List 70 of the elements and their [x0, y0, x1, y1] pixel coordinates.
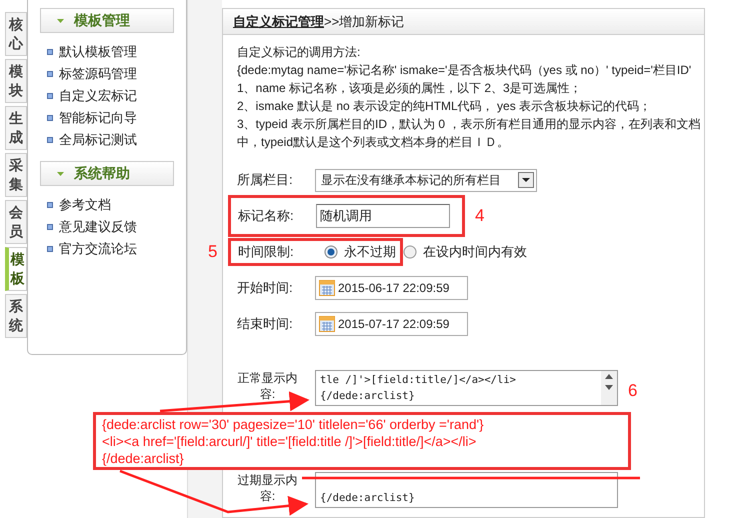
- radio-option[interactable]: 在设内时间内有效: [403, 242, 533, 262]
- menu-link[interactable]: 自定义宏标记: [59, 86, 137, 106]
- side-tab[interactable]: 采集: [5, 153, 27, 197]
- section-header[interactable]: 系统帮助: [40, 161, 174, 186]
- bullet-icon: [47, 93, 53, 99]
- menu-link[interactable]: 参考文档: [59, 195, 111, 215]
- section-title: 系统帮助: [74, 164, 130, 183]
- field-label: 时间限制:: [238, 243, 295, 262]
- calendar-icon: [319, 316, 335, 332]
- caret-icon: [57, 18, 64, 22]
- dropdown-icon: [518, 172, 534, 188]
- annotation-code: {/dede:arclist}: [102, 450, 185, 467]
- side-tab[interactable]: 核心: [5, 12, 27, 56]
- side-tab[interactable]: 系统: [5, 294, 27, 338]
- field-label: 所属栏目:: [237, 171, 294, 190]
- code-line: tle /]'>[field:title/]</a></li>: [320, 373, 517, 388]
- field-label: 开始时间:: [237, 279, 294, 298]
- radio-label: 永不过期: [344, 243, 396, 262]
- annotation-number: 6: [628, 380, 638, 402]
- date-input[interactable]: 2015-06-17 22:09:59: [315, 276, 468, 300]
- help-text: 3、typeid 表示所属栏目的ID，默认为 0 ，表示所有栏目通用的显示内容，在列表和文档: [237, 116, 702, 133]
- section-title: 模板管理: [74, 11, 130, 30]
- menu-link[interactable]: 全局标记测试: [59, 130, 137, 150]
- menu-link[interactable]: 智能标记向导: [59, 108, 137, 128]
- code-line: {/dede:arclist}: [320, 389, 416, 404]
- annotation-code: {dede:arclist row='30' pagesize='10' titlelen='66' orderby ='rand'}: [102, 416, 485, 433]
- help-text: 中，typeid默认是这个列表或文档本身的栏目ＩＤ。: [237, 134, 510, 151]
- bullet-icon: [47, 115, 53, 121]
- date-value: 2015-06-17 22:09:59: [338, 280, 450, 297]
- caret-icon: [57, 172, 64, 176]
- code-textarea[interactable]: {/dede:arclist}: [315, 472, 618, 508]
- radio-option[interactable]: 永不过期: [316, 242, 400, 262]
- scrollbar: [601, 371, 617, 405]
- field-label: 标记名称:: [238, 207, 295, 226]
- date-value: 2015-07-17 22:09:59: [338, 316, 450, 333]
- annotation-number: 4: [475, 205, 484, 228]
- help-text: {dede:mytag name='标记名称' ismake='是否含板块代码（yes 或 no）' typeid='栏目ID': [237, 62, 692, 79]
- section-header[interactable]: 模板管理: [40, 8, 174, 33]
- bullet-icon: [47, 224, 53, 230]
- code-line: {/dede:arclist}: [320, 491, 416, 506]
- annotation-code: <li><a href='[field:arcurl/]' title='[field:title /]'>[field:title/]</a></li>: [102, 433, 478, 450]
- menu-link[interactable]: 官方交流论坛: [59, 239, 137, 259]
- help-text: 自定义标记的调用方法:: [237, 44, 362, 61]
- code-textarea[interactable]: tle /]'>[field:title/]</a></li> {/dede:arclist}: [315, 370, 618, 406]
- menu-link[interactable]: 默认模板管理: [59, 42, 137, 62]
- annotation-number: 5: [208, 241, 218, 264]
- field-label: 过期显示内容:: [237, 472, 298, 504]
- select-value: 显示在没有继承本标记的所有栏目: [321, 172, 501, 189]
- side-tab[interactable]: 会员: [5, 200, 27, 244]
- bullet-icon: [47, 137, 53, 143]
- category-select[interactable]: 显示在没有继承本标记的所有栏目: [315, 168, 537, 192]
- help-text: 1、name 标记名称，该项是必须的属性，以下 2、3是可选属性；: [237, 80, 583, 97]
- side-tab[interactable]: 模块: [5, 59, 27, 103]
- help-text: 2、ismake 默认是 no 表示设定的纯HTML代码， yes 表示含板块标记的代码；: [237, 98, 652, 115]
- side-tab[interactable]: 生成: [5, 106, 27, 150]
- bullet-icon: [47, 71, 53, 77]
- menu-link[interactable]: 标签源码管理: [59, 64, 137, 84]
- breadcrumb-link[interactable]: 自定义标记管理: [233, 12, 324, 32]
- date-input[interactable]: 2015-07-17 22:09:59: [315, 312, 468, 336]
- bullet-icon: [47, 246, 53, 252]
- field-label: 结束时间:: [237, 315, 294, 334]
- calendar-icon: [319, 280, 335, 296]
- name-input[interactable]: 随机调用: [316, 204, 450, 228]
- breadcrumb-current: >>增加新标记: [324, 12, 404, 31]
- side-tab[interactable]: 模板: [5, 247, 27, 291]
- menu-link[interactable]: 意见建议反馈: [59, 217, 137, 237]
- bullet-icon: [47, 49, 53, 55]
- radio-label: 在设内时间内有效: [423, 243, 527, 262]
- bullet-icon: [47, 202, 53, 208]
- field-label: 正常显示内容:: [237, 370, 298, 402]
